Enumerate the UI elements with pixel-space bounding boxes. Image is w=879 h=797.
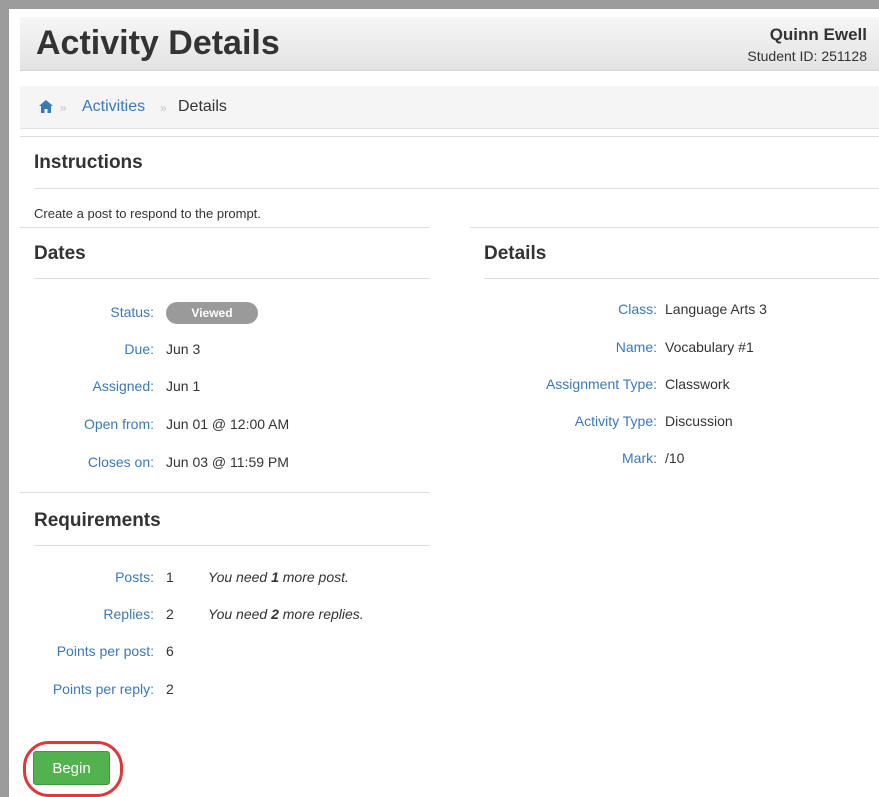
- class-value: Language Arts 3: [665, 301, 767, 317]
- student-id: Student ID: 251128: [747, 48, 867, 64]
- status-label: Status:: [110, 304, 154, 320]
- divider: [34, 278, 430, 279]
- divider: [20, 227, 430, 228]
- posts-value: 1: [166, 569, 174, 585]
- assignment-type-label: Assignment Type:: [545, 376, 657, 392]
- replies-value: 2: [166, 606, 174, 622]
- mark-label: Mark:: [622, 450, 657, 466]
- assigned-value: Jun 1: [166, 378, 201, 394]
- points-per-post-value: 6: [166, 643, 174, 659]
- instructions-title: Instructions: [34, 152, 143, 173]
- points-per-reply-label: Points per reply:: [52, 681, 154, 697]
- breadcrumb-activities[interactable]: Activities: [82, 98, 145, 116]
- closes-on-value: Jun 03 @ 11:59 PM: [166, 454, 289, 470]
- begin-button[interactable]: Begin: [33, 751, 110, 785]
- divider: [484, 278, 879, 279]
- divider: [34, 545, 430, 546]
- open-from-label: Open from:: [83, 416, 154, 432]
- assignment-type-value: Classwork: [665, 376, 730, 392]
- status-badge: Viewed: [166, 302, 258, 324]
- instructions-text: Create a post to respond to the prompt.: [34, 206, 261, 221]
- page-title: Activity Details: [36, 24, 280, 62]
- dates-title: Dates: [34, 243, 86, 264]
- closes-on-label: Closes on:: [87, 454, 154, 470]
- window-frame-top: [0, 0, 879, 9]
- points-per-post-label: Points per post:: [56, 643, 154, 659]
- window-frame-left: [0, 0, 9, 797]
- divider: [470, 227, 879, 228]
- requirements-title: Requirements: [34, 510, 161, 531]
- breadcrumb-separator: »: [160, 101, 167, 115]
- replies-label: Replies:: [103, 606, 154, 622]
- class-label: Class:: [618, 301, 657, 317]
- posts-label: Posts:: [115, 569, 154, 585]
- posts-note: You need 1 more post.: [208, 569, 349, 585]
- breadcrumb: » Activities » Details: [20, 86, 879, 129]
- home-icon[interactable]: [39, 100, 53, 113]
- divider: [20, 136, 879, 137]
- due-value: Jun 3: [166, 341, 201, 357]
- activity-type-value: Discussion: [665, 413, 733, 429]
- name-value: Vocabulary #1: [665, 339, 754, 355]
- breadcrumb-separator: »: [60, 101, 67, 115]
- details-title: Details: [484, 243, 547, 264]
- breadcrumb-details: Details: [178, 98, 227, 115]
- divider: [34, 188, 879, 189]
- assigned-label: Assigned:: [92, 378, 154, 394]
- user-name: Quinn Ewell: [769, 25, 867, 44]
- page-header: Activity Details Quinn Ewell Student ID:…: [20, 17, 879, 71]
- due-label: Due:: [124, 341, 154, 357]
- activity-type-label: Activity Type:: [574, 413, 657, 429]
- replies-note: You need 2 more replies.: [208, 606, 364, 622]
- mark-value: /10: [665, 450, 685, 466]
- points-per-reply-value: 2: [166, 681, 174, 697]
- name-label: Name:: [615, 339, 657, 355]
- open-from-value: Jun 01 @ 12:00 AM: [166, 416, 290, 432]
- divider: [20, 492, 430, 493]
